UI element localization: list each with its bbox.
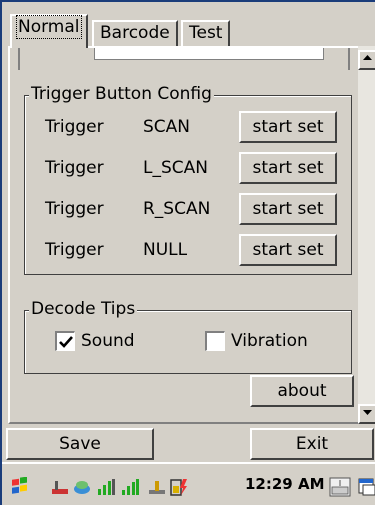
battery-icon[interactable] [168, 477, 188, 497]
scroll-up-button[interactable] [358, 50, 375, 70]
trigger-mode: SCAN [143, 117, 191, 137]
signal-strength-icon[interactable] [120, 477, 140, 497]
tab-test[interactable]: Test [181, 20, 231, 46]
previous-field [94, 48, 324, 60]
usb-icon[interactable] [50, 477, 70, 497]
trigger-mode: R_SCAN [143, 199, 211, 219]
checkmark-icon [59, 336, 73, 348]
trigger-row: Trigger L_SCAN start set [25, 151, 351, 185]
vibration-label: Vibration [231, 331, 308, 351]
start-set-button[interactable]: start set [239, 111, 337, 143]
app-window: Normal Barcode Test Trigger Button Confi… [0, 0, 375, 505]
window-icon[interactable] [357, 477, 375, 497]
tab-test-label: Test [189, 23, 223, 43]
sound-checkbox-box[interactable] [55, 331, 75, 351]
panel-divider [348, 48, 350, 70]
start-set-button[interactable]: start set [239, 193, 337, 225]
trigger-label: Trigger [45, 199, 104, 219]
network-icon[interactable] [72, 477, 92, 497]
trigger-label: Trigger [45, 158, 104, 178]
scroll-thumb[interactable] [358, 70, 375, 78]
trigger-row: Trigger SCAN start set [25, 110, 351, 144]
trigger-config-title: Trigger Button Config [29, 84, 214, 104]
panel-divider [18, 48, 20, 70]
vibration-checkbox-box[interactable] [205, 331, 225, 351]
sound-label: Sound [81, 331, 135, 351]
decode-tips-title: Decode Tips [29, 299, 138, 319]
trigger-row: Trigger NULL start set [25, 233, 351, 267]
vertical-scrollbar[interactable] [358, 46, 375, 424]
trigger-row: Trigger R_SCAN start set [25, 192, 351, 226]
tab-barcode[interactable]: Barcode [92, 20, 178, 46]
arrow-up-icon [363, 55, 372, 60]
signal-bars-icon[interactable] [96, 477, 116, 497]
arrow-down-icon [363, 410, 372, 415]
taskbar: 12:29 AM [2, 462, 375, 505]
trigger-label: Trigger [45, 117, 104, 137]
tab-normal-label: Normal [16, 15, 82, 39]
trigger-label: Trigger [45, 240, 104, 260]
scroll-down-button[interactable] [358, 404, 375, 424]
trigger-config-group: Trigger Button Config Trigger SCAN start… [24, 84, 352, 275]
connection-icon[interactable] [147, 477, 167, 497]
exit-button[interactable]: Exit [250, 428, 374, 460]
trigger-mode: NULL [143, 240, 188, 260]
taskbar-clock[interactable]: 12:29 AM [245, 475, 325, 493]
trigger-mode: L_SCAN [143, 158, 208, 178]
vibration-checkbox[interactable]: Vibration [205, 331, 308, 351]
sound-checkbox[interactable]: Sound [55, 331, 135, 351]
decode-tips-group: Decode Tips Sound Vibration [24, 299, 352, 374]
about-button[interactable]: about [250, 375, 354, 407]
start-set-button[interactable]: start set [239, 234, 337, 266]
tab-normal[interactable]: Normal [10, 14, 88, 48]
tab-barcode-label: Barcode [100, 23, 170, 43]
keyboard-icon[interactable] [329, 477, 351, 497]
save-button[interactable]: Save [6, 428, 154, 460]
start-flag-icon[interactable] [10, 477, 30, 497]
start-set-button[interactable]: start set [239, 152, 337, 184]
